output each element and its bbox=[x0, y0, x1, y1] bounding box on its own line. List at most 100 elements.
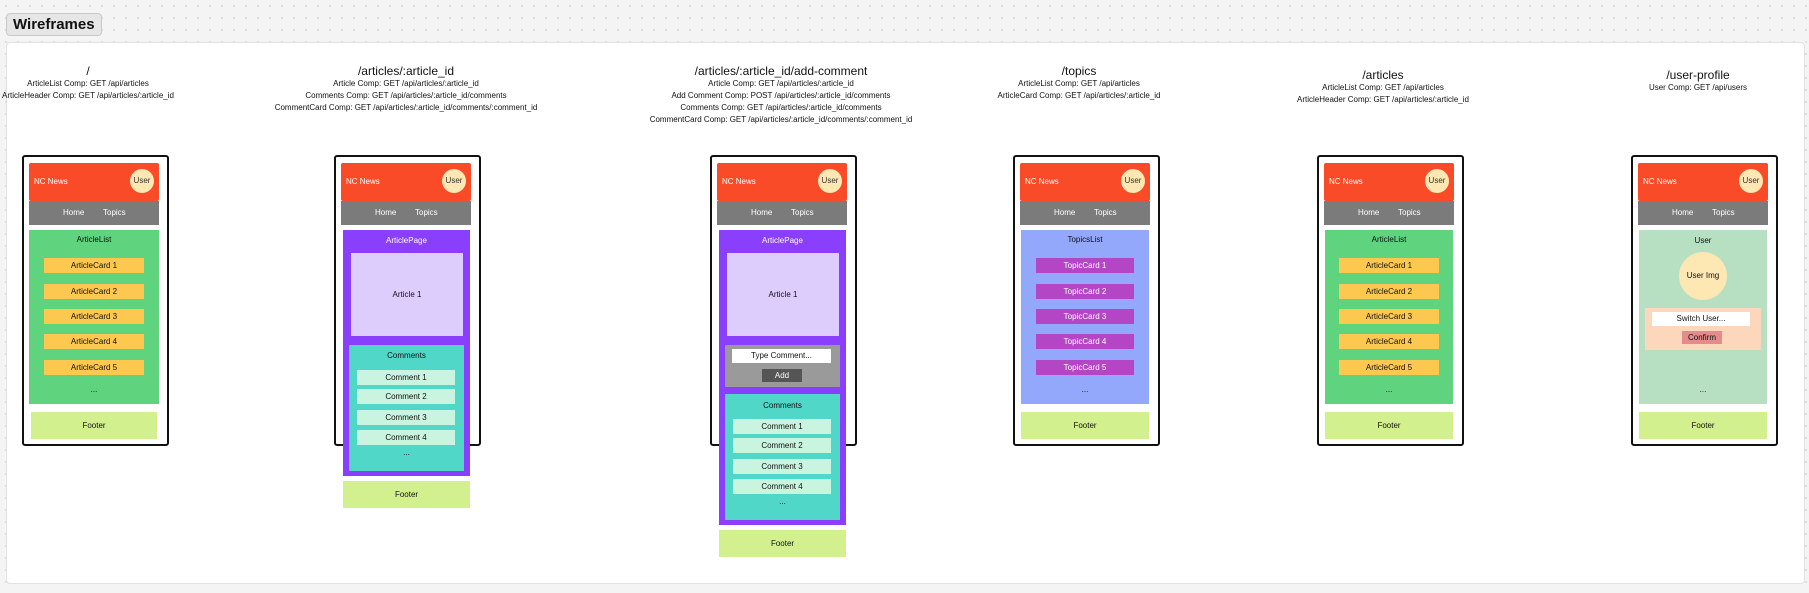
api-line: Comments Comp: GET /api/articles/:articl… bbox=[680, 103, 882, 112]
route-title: /user-profile bbox=[1666, 68, 1730, 82]
panel-title: ArticleList bbox=[76, 235, 112, 244]
navbar: NC News User bbox=[29, 163, 159, 201]
topic-card[interactable]: TopicCard 1 bbox=[1036, 258, 1134, 273]
home-link[interactable]: Home bbox=[751, 208, 772, 217]
article-card[interactable]: ArticleCard 2 bbox=[44, 284, 144, 299]
topic-card[interactable]: TopicCard 3 bbox=[1036, 309, 1134, 324]
menu-bar: Home Topics bbox=[1638, 201, 1768, 225]
user-button[interactable]: User bbox=[442, 169, 466, 193]
footer: Footer bbox=[343, 481, 470, 508]
header-col-1: / ArticleList Comp: GET /api/articles Ar… bbox=[0, 64, 188, 102]
brand-label: NC News bbox=[34, 177, 68, 186]
more-ellipsis: ... bbox=[403, 448, 410, 457]
topics-link[interactable]: Topics bbox=[791, 208, 814, 217]
route-title: /articles/:article_id bbox=[357, 64, 455, 78]
article-card[interactable]: ArticleCard 2 bbox=[1339, 284, 1439, 299]
topics-link[interactable]: Topics bbox=[1094, 208, 1117, 217]
topics-list-panel: TopicsList TopicCard 1 TopicCard 2 Topic… bbox=[1021, 230, 1149, 404]
home-link[interactable]: Home bbox=[63, 208, 84, 217]
user-button[interactable]: User bbox=[818, 169, 842, 193]
user-button[interactable]: User bbox=[1425, 169, 1449, 193]
footer: Footer bbox=[719, 530, 846, 557]
more-ellipsis: ... bbox=[1081, 385, 1089, 394]
comment-card[interactable]: Comment 2 bbox=[733, 438, 831, 453]
brand-label: NC News bbox=[722, 177, 756, 186]
comments-title: Comments bbox=[763, 401, 802, 410]
comment-card[interactable]: Comment 3 bbox=[733, 459, 831, 474]
article-card[interactable]: ArticleCard 1 bbox=[44, 258, 144, 273]
article-card[interactable]: ArticleCard 4 bbox=[44, 334, 144, 349]
api-line: ArticleHeader Comp: GET /api/articles/:a… bbox=[2, 91, 174, 100]
article-card[interactable]: ArticleCard 3 bbox=[44, 309, 144, 324]
home-link[interactable]: Home bbox=[1672, 208, 1693, 217]
menu-bar: Home Topics bbox=[717, 201, 847, 225]
comment-card[interactable]: Comment 4 bbox=[357, 430, 455, 445]
user-avatar: User Img bbox=[1679, 252, 1727, 300]
navbar: NC News User bbox=[341, 163, 471, 201]
navbar: NC News User bbox=[717, 163, 847, 201]
user-button[interactable]: User bbox=[1121, 169, 1145, 193]
home-link[interactable]: Home bbox=[375, 208, 396, 217]
api-line: Article Comp: GET /api/articles/:article… bbox=[708, 79, 854, 88]
brand-label: NC News bbox=[1025, 177, 1059, 186]
panel-title: User bbox=[1694, 236, 1712, 245]
article-card[interactable]: ArticleCard 3 bbox=[1339, 309, 1439, 324]
article-card[interactable]: ArticleCard 4 bbox=[1339, 334, 1439, 349]
article-card[interactable]: ArticleCard 5 bbox=[1339, 360, 1439, 375]
more-ellipsis: ... bbox=[90, 385, 98, 394]
topics-link[interactable]: Topics bbox=[103, 208, 126, 217]
topics-link[interactable]: Topics bbox=[415, 208, 438, 217]
route-title: /articles/:article_id/add-comment bbox=[694, 64, 868, 78]
api-line: Add Comment Comp: POST /api/articles/:ar… bbox=[671, 91, 891, 100]
switch-user-input[interactable]: Switch User... bbox=[1652, 312, 1750, 326]
comments-title: Comments bbox=[387, 351, 426, 360]
topic-card[interactable]: TopicCard 4 bbox=[1036, 334, 1134, 349]
api-line: Comments Comp: GET /api/articles/:articl… bbox=[305, 91, 507, 100]
api-line: Article Comp: GET /api/articles/:article… bbox=[333, 79, 479, 88]
api-line: User Comp: GET /api/users bbox=[1648, 83, 1748, 92]
menu-bar: Home Topics bbox=[341, 201, 471, 225]
topics-link[interactable]: Topics bbox=[1398, 208, 1421, 217]
add-button[interactable]: Add bbox=[762, 369, 802, 382]
brand-label: NC News bbox=[1329, 177, 1363, 186]
comment-card[interactable]: Comment 3 bbox=[357, 410, 455, 425]
api-line: ArticleList Comp: GET /api/articles bbox=[1322, 83, 1444, 92]
comment-input[interactable]: Type Comment... bbox=[732, 349, 831, 363]
article-card[interactable]: ArticleCard 5 bbox=[44, 360, 144, 375]
user-panel: User User Img Switch User... Confirm ... bbox=[1639, 230, 1767, 404]
confirm-button[interactable]: Confirm bbox=[1682, 331, 1722, 344]
navbar: NC News User bbox=[1638, 163, 1768, 201]
footer: Footer bbox=[1021, 412, 1149, 439]
route-title: /articles bbox=[1362, 68, 1404, 82]
article-box: Article 1 bbox=[727, 253, 839, 336]
footer: Footer bbox=[1639, 412, 1767, 439]
home-link[interactable]: Home bbox=[1358, 208, 1379, 217]
comment-card[interactable]: Comment 2 bbox=[357, 389, 455, 404]
topic-card[interactable]: TopicCard 5 bbox=[1036, 360, 1134, 375]
article-page-panel: ArticlePage Article 1 Type Comment... Ad… bbox=[719, 230, 846, 525]
user-button[interactable]: User bbox=[1739, 169, 1763, 193]
more-ellipsis: ... bbox=[1699, 385, 1707, 394]
header-col-2: /articles/:article_id Article Comp: GET … bbox=[256, 64, 556, 114]
comment-card[interactable]: Comment 1 bbox=[733, 419, 831, 434]
user-button[interactable]: User bbox=[130, 169, 154, 193]
route-title: /topics bbox=[1061, 64, 1097, 78]
topics-link[interactable]: Topics bbox=[1712, 208, 1735, 217]
home-link[interactable]: Home bbox=[1054, 208, 1075, 217]
topic-card[interactable]: TopicCard 2 bbox=[1036, 284, 1134, 299]
footer: Footer bbox=[1325, 412, 1453, 439]
article-box: Article 1 bbox=[351, 253, 463, 336]
menu-bar: Home Topics bbox=[1020, 201, 1150, 225]
footer: Footer bbox=[31, 412, 157, 439]
api-line: ArticleCard Comp: GET /api/articles/:art… bbox=[997, 91, 1161, 100]
comments-panel: Comments Comment 1 Comment 2 Comment 3 C… bbox=[349, 345, 464, 471]
article-card[interactable]: ArticleCard 1 bbox=[1339, 258, 1439, 273]
comment-card[interactable]: Comment 1 bbox=[357, 370, 455, 385]
menu-bar: Home Topics bbox=[29, 201, 159, 225]
switch-user-box: Switch User... Confirm bbox=[1645, 308, 1761, 350]
navbar: NC News User bbox=[1324, 163, 1454, 201]
header-col-5: /articles ArticleList Comp: GET /api/art… bbox=[1283, 68, 1483, 106]
api-line: CommentCard Comp: GET /api/articles/:art… bbox=[649, 115, 913, 124]
add-comment-box: Type Comment... Add bbox=[725, 345, 840, 387]
comment-card[interactable]: Comment 4 bbox=[733, 479, 831, 494]
